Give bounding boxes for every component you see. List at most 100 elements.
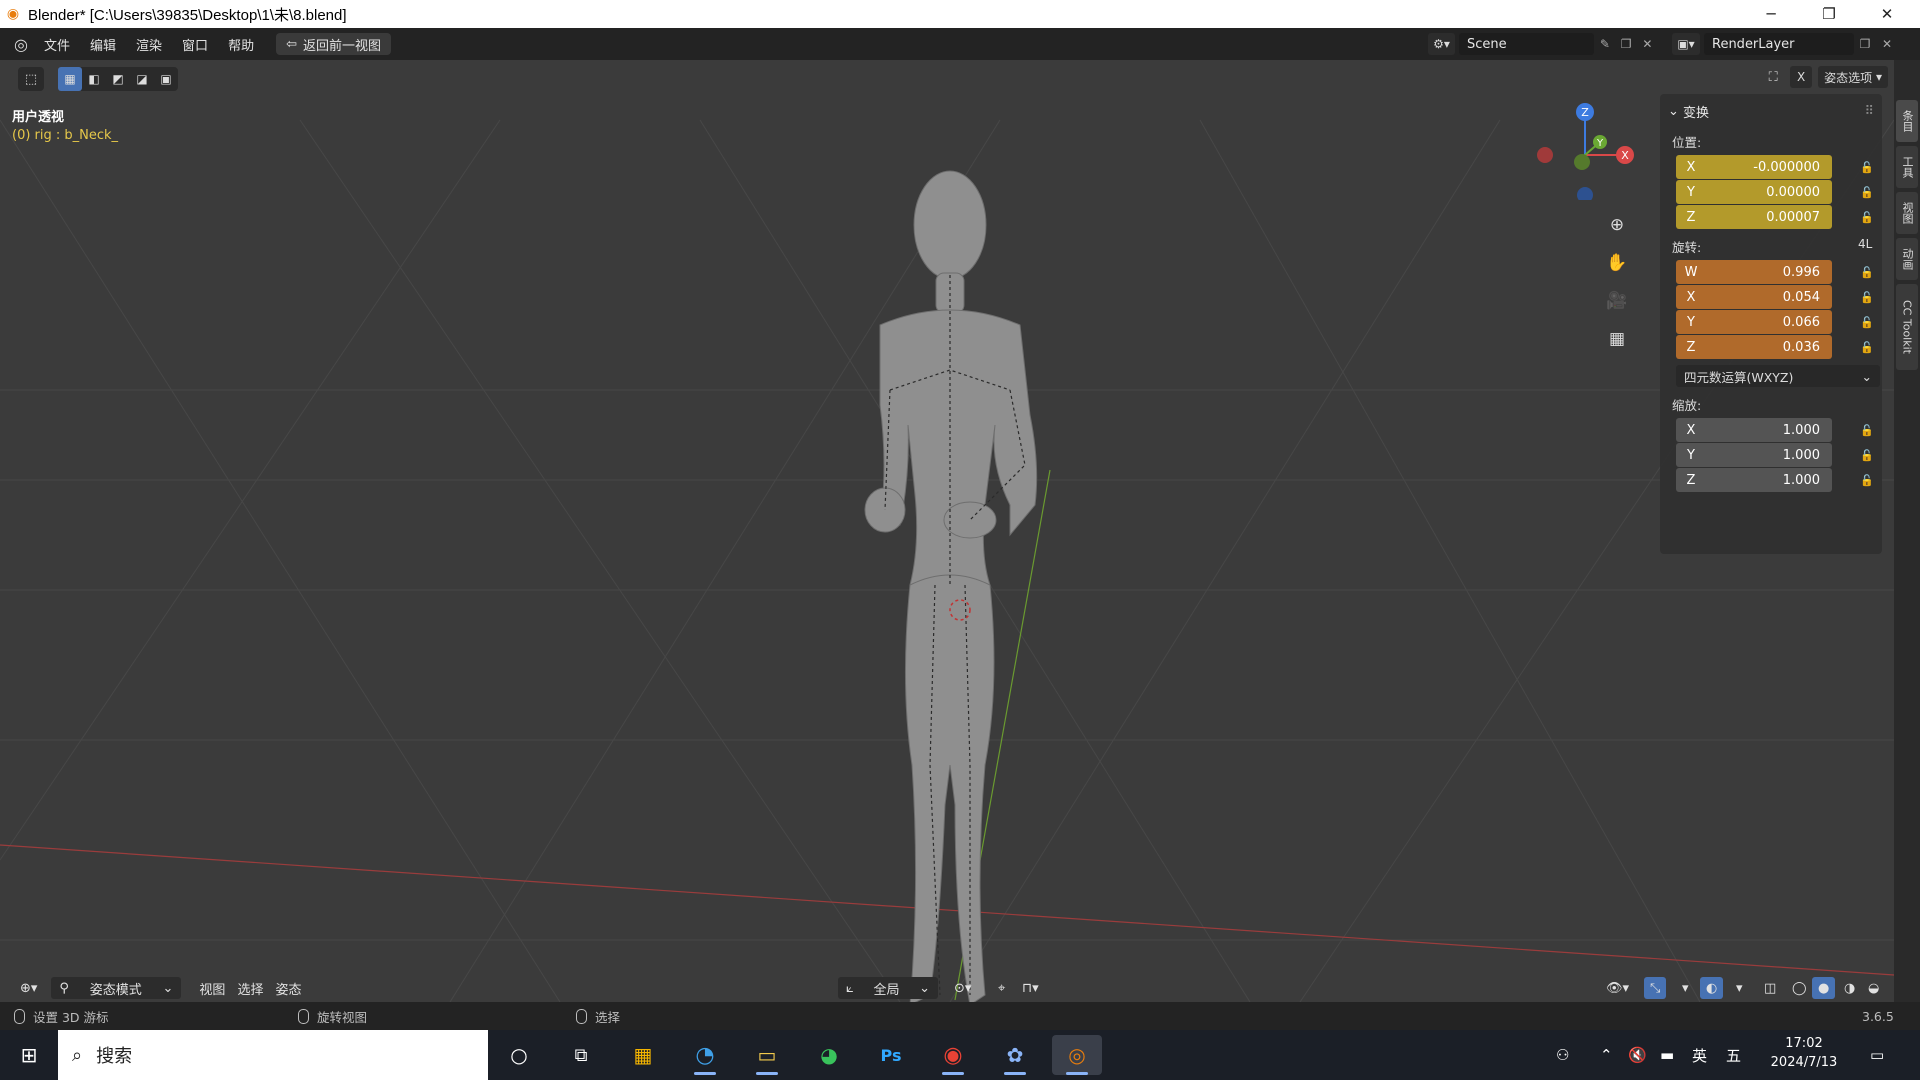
battery-icon[interactable]: ▬ [1660, 1030, 1674, 1080]
tray-chevron-icon[interactable]: ⌃ [1600, 1030, 1613, 1080]
overlays-icon[interactable]: ◐ [1700, 977, 1724, 999]
menu-pose[interactable]: 姿态 [269, 977, 307, 999]
lock-icon[interactable]: 🔓 [1860, 161, 1874, 174]
new-layer-icon[interactable]: ❐ [1854, 37, 1876, 51]
cortana-icon[interactable]: ○ [494, 1035, 544, 1075]
snap-icon[interactable]: ⌖ [992, 977, 1011, 999]
render-layer-field[interactable]: RenderLayer [1704, 33, 1854, 55]
menu-window[interactable]: 窗口 [172, 35, 218, 54]
lock-icon[interactable]: 🔓 [1860, 266, 1874, 279]
menu-file[interactable]: 文件 [34, 35, 80, 54]
windows-start-icon[interactable]: ⊞ [0, 1030, 58, 1080]
taskbar-clock[interactable]: 17:02 2024/7/13 [1758, 1034, 1850, 1072]
transform-orientation-dropdown[interactable]: ⟀ 全局 ⌄ [838, 977, 938, 999]
rotation-mode-dropdown[interactable]: 四元数运算(WXYZ) ⌄ [1676, 365, 1880, 387]
new-scene-icon[interactable]: ❐ [1616, 33, 1637, 55]
file-explorer-icon[interactable]: ▭ [742, 1035, 792, 1075]
menu-select[interactable]: 选择 [231, 977, 269, 999]
volume-muted-icon[interactable]: 🔇 [1628, 1030, 1647, 1080]
lock-icon[interactable]: 🔓 [1860, 316, 1874, 329]
delete-layer-icon[interactable]: ✕ [1876, 37, 1898, 51]
back-to-previous-button[interactable]: ⇦ 返回前一视图 [276, 33, 391, 55]
lock-icon[interactable]: 🔓 [1860, 341, 1874, 354]
menu-view[interactable]: 视图 [193, 977, 231, 999]
location-y-field[interactable]: Y 0.00000 🔓 [1676, 180, 1874, 204]
gizmo-dropdown-icon[interactable]: ▾ [1676, 977, 1695, 999]
select-intersect-icon[interactable]: ▣ [154, 67, 178, 91]
mirror-x-toggle[interactable]: X [1790, 66, 1813, 88]
pan-hand-icon[interactable]: ✋ [1600, 246, 1634, 280]
scale-x-field[interactable]: X 1.000 🔓 [1676, 418, 1874, 442]
select-invert-icon[interactable]: ◪ [130, 67, 154, 91]
menu-render[interactable]: 渲染 [126, 35, 172, 54]
location-z-field[interactable]: Z 0.00007 🔓 [1676, 205, 1874, 229]
notification-icon[interactable]: ▭ [1870, 1030, 1884, 1080]
menu-edit[interactable]: 编辑 [80, 35, 126, 54]
3d-viewport[interactable]: ⬚ ▦ ◧ ◩ ◪ ▣ ⛶ X 姿态选项 ▾ 用户透视 (0) rig : b_… [0, 60, 1894, 1002]
close-button[interactable]: ✕ [1858, 0, 1916, 28]
scale-y-field[interactable]: Y 1.000 🔓 [1676, 443, 1874, 467]
transform-panel-header[interactable]: ⌄ 变换 ⠿ [1668, 98, 1874, 124]
rotation-y-field[interactable]: Y 0.066 🔓 [1676, 310, 1874, 334]
pivot-point-icon[interactable]: ⊙▾ [948, 977, 977, 999]
restore-button[interactable]: ❐ [1800, 0, 1858, 28]
task-view-icon[interactable]: ⧉ [556, 1035, 606, 1075]
taskbar-search-box[interactable]: ⌕ 搜索 [58, 1030, 488, 1080]
chrome-icon[interactable]: ◉ [928, 1035, 978, 1075]
gizmo-toggle-icon[interactable]: ⤡ [1644, 977, 1667, 999]
lock-icon[interactable]: 🔓 [1860, 474, 1874, 487]
perspective-grid-icon[interactable]: ▦ [1600, 322, 1634, 356]
tab-item[interactable]: 条目 [1896, 100, 1918, 142]
scene-name-field[interactable]: Scene [1459, 33, 1595, 55]
render-layer-icon[interactable]: ▣▾ [1672, 33, 1700, 55]
zoom-icon[interactable]: ⊕ [1600, 208, 1634, 242]
pin-icon[interactable]: ✎ [1594, 33, 1615, 55]
xray-icon[interactable]: ◫ [1758, 977, 1782, 999]
snap-target-icon[interactable]: ⊓▾ [1016, 977, 1045, 999]
tab-tool[interactable]: 工具 [1896, 146, 1918, 188]
visibility-icon[interactable]: 👁▾ [1600, 977, 1635, 999]
people-icon[interactable]: ⚇ [1556, 1030, 1569, 1080]
microsoft-store-icon[interactable]: ▦ [618, 1035, 668, 1075]
lock-icon[interactable]: 🔓 [1860, 291, 1874, 304]
edge-browser-icon[interactable]: ◔ [680, 1035, 730, 1075]
scale-z-field[interactable]: Z 1.000 🔓 [1676, 468, 1874, 492]
lock-icon[interactable]: 🔓 [1860, 186, 1874, 199]
pose-options-dropdown[interactable]: 姿态选项 ▾ [1818, 66, 1888, 88]
select-new-icon[interactable]: ▦ [58, 67, 82, 91]
delete-scene-icon[interactable]: ✕ [1637, 33, 1658, 55]
menu-help[interactable]: 帮助 [218, 35, 264, 54]
rotation-w-field[interactable]: W 0.996 🔓 [1676, 260, 1874, 284]
wireframe-shading-icon[interactable]: ◯ [1786, 977, 1813, 999]
navigation-gizmo[interactable]: Z X Y [1530, 90, 1640, 200]
camera-view-icon[interactable]: 🎥 [1600, 284, 1634, 318]
mode-dropdown[interactable]: ⚲ 姿态模式 ⌄ [51, 977, 182, 999]
character-model[interactable] [840, 165, 1080, 1002]
rotation-x-field[interactable]: X 0.054 🔓 [1676, 285, 1874, 309]
lock-icon[interactable]: 🔓 [1860, 211, 1874, 224]
app-icon[interactable]: ✿ [990, 1035, 1040, 1075]
lock-icon[interactable]: 🔓 [1860, 449, 1874, 462]
rotation-z-field[interactable]: Z 0.036 🔓 [1676, 335, 1874, 359]
ime-mode[interactable]: 五 [1726, 1030, 1741, 1080]
drag-handle-icon[interactable]: ⠿ [1864, 104, 1874, 119]
wechat-icon[interactable]: ◕ [804, 1035, 854, 1075]
editor-type-icon[interactable]: ⊕▾ [14, 977, 43, 999]
solid-shading-icon[interactable]: ● [1812, 977, 1836, 999]
location-x-field[interactable]: X -0.000000 🔓 [1676, 155, 1874, 179]
rotation-4l-toggle[interactable]: 4L [1858, 237, 1872, 251]
minimize-button[interactable]: ─ [1742, 0, 1800, 28]
blender-taskbar-icon[interactable]: ◎ [1052, 1035, 1102, 1075]
overlays-dropdown-icon[interactable]: ▾ [1730, 977, 1749, 999]
select-tool-icon[interactable]: ⬚ [18, 67, 44, 91]
tab-cc-toolkit[interactable]: CC Toolkit [1896, 284, 1918, 370]
ime-language[interactable]: 英 [1692, 1030, 1707, 1080]
tab-animation[interactable]: 动画 [1896, 238, 1918, 280]
blender-menu-icon[interactable]: ◎ [8, 31, 34, 57]
lock-icon[interactable]: 🔓 [1860, 424, 1874, 437]
scene-icon[interactable]: ⚙▾ [1428, 33, 1456, 55]
select-extend-icon[interactable]: ◧ [82, 67, 106, 91]
select-subtract-icon[interactable]: ◩ [106, 67, 130, 91]
tab-view[interactable]: 视图 [1896, 192, 1918, 234]
photoshop-icon[interactable]: Ps [866, 1035, 916, 1075]
